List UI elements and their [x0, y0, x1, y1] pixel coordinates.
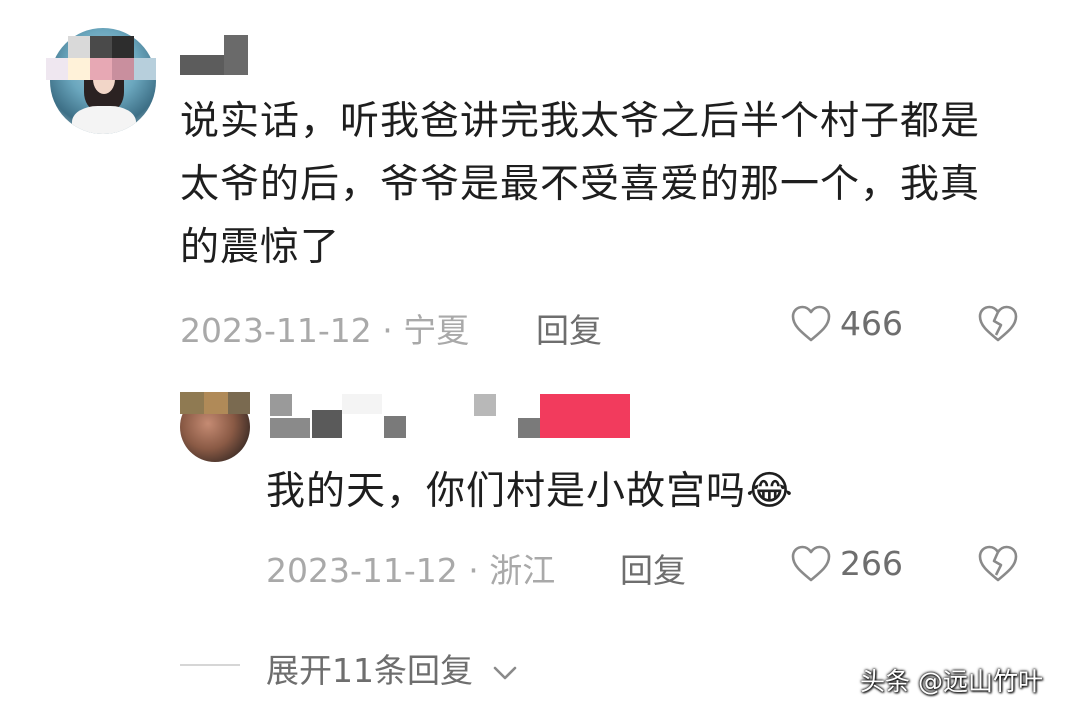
broken-heart-icon[interactable] [977, 544, 1019, 584]
comment-date-location: 2023-11-12 · 宁夏 [180, 311, 470, 350]
reply-button[interactable]: 回复 [620, 544, 686, 592]
like-count: 466 [840, 304, 903, 343]
chevron-down-icon[interactable] [490, 661, 520, 685]
reply-text: 我的天，你们村是小故宫吗😂 [266, 468, 794, 514]
heart-outline-icon[interactable] [790, 544, 832, 584]
laughing-tears-emoji: 😂 [746, 468, 794, 514]
expand-replies-label[interactable]: 展开11条回复 [266, 651, 473, 690]
like-count: 266 [840, 544, 903, 583]
comment-date-location: 2023-11-12 · 浙江 [266, 551, 556, 590]
heart-outline-icon[interactable] [790, 304, 832, 344]
comment-text: 说实话，听我爸讲完我太爷之后半个村子都是太爷的后，爷爷是最不受喜爱的那一个，我真… [180, 99, 981, 270]
divider [180, 664, 240, 666]
watermark: 头条 @远山竹叶 [860, 667, 1043, 696]
reply-button[interactable]: 回复 [536, 304, 602, 352]
broken-heart-icon[interactable] [977, 304, 1019, 344]
